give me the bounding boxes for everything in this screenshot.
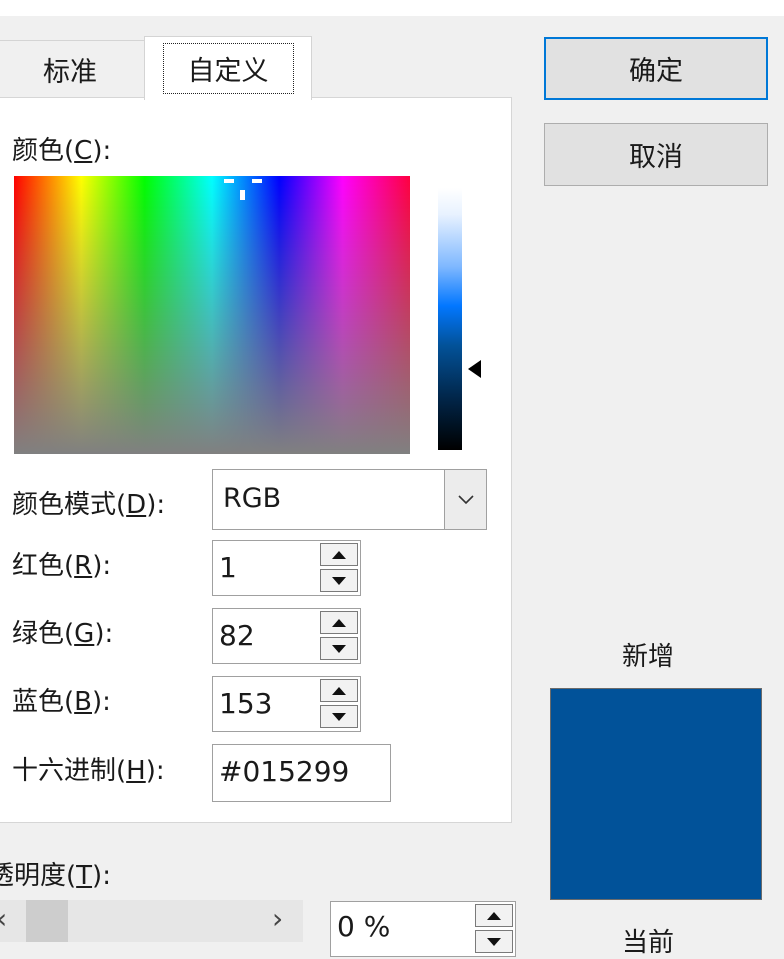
transparency-value[interactable]: 0 % bbox=[337, 910, 390, 943]
chevron-left-icon[interactable]: ‹ bbox=[0, 902, 7, 935]
hex-value[interactable]: #015299 bbox=[219, 755, 349, 788]
color-mode-label: 颜色模式(D): bbox=[12, 490, 166, 520]
green-down-button[interactable] bbox=[320, 637, 358, 660]
triangle-up-icon bbox=[332, 618, 346, 627]
green-spinbox[interactable]: 82 bbox=[212, 608, 361, 664]
transparency-down-button[interactable] bbox=[475, 930, 513, 953]
tab-custom-label: 自定义 bbox=[162, 43, 294, 94]
color-mode-select[interactable]: RGB bbox=[212, 469, 487, 530]
new-color-swatch bbox=[550, 688, 762, 900]
red-up-button[interactable] bbox=[320, 543, 358, 566]
title-bar-area bbox=[0, 0, 784, 16]
cancel-button[interactable]: 取消 bbox=[544, 123, 768, 186]
green-label: 绿色(G): bbox=[12, 619, 114, 649]
hex-label: 十六进制(H): bbox=[12, 756, 165, 786]
transparency-label: 透明度(T): bbox=[0, 861, 111, 891]
color-spectrum[interactable] bbox=[14, 176, 410, 454]
color-mode-dropdown-button[interactable] bbox=[444, 470, 486, 529]
blue-down-button[interactable] bbox=[320, 705, 358, 728]
blue-label: 蓝色(B): bbox=[12, 687, 111, 717]
colors-label: 颜色(C): bbox=[12, 136, 112, 166]
chevron-down-icon bbox=[457, 494, 474, 504]
transparency-spinbox[interactable]: 0 % bbox=[330, 901, 516, 957]
triangle-down-icon bbox=[332, 576, 346, 585]
red-label: 红色(R): bbox=[12, 551, 112, 581]
green-value[interactable]: 82 bbox=[219, 619, 255, 652]
color-mode-value: RGB bbox=[223, 483, 282, 514]
tab-standard-label: 标准 bbox=[43, 57, 97, 88]
tab-custom[interactable]: 自定义 bbox=[144, 36, 312, 100]
triangle-up-icon bbox=[487, 911, 501, 920]
hex-input[interactable]: #015299 bbox=[212, 744, 391, 802]
crosshair-bottom bbox=[240, 190, 245, 200]
cancel-button-label: 取消 bbox=[629, 142, 683, 173]
red-down-button[interactable] bbox=[320, 569, 358, 592]
tab-standard[interactable]: 标准 bbox=[0, 40, 146, 98]
blue-up-button[interactable] bbox=[320, 679, 358, 702]
triangle-down-icon bbox=[487, 937, 501, 946]
ok-button-label: 确定 bbox=[629, 56, 683, 87]
new-color-label: 新增 bbox=[622, 642, 675, 672]
blue-value[interactable]: 153 bbox=[219, 687, 272, 720]
triangle-up-icon bbox=[332, 550, 346, 559]
crosshair-left bbox=[224, 179, 234, 183]
triangle-down-icon bbox=[332, 712, 346, 721]
triangle-down-icon bbox=[332, 644, 346, 653]
current-color-label: 当前 bbox=[622, 928, 675, 958]
transparency-slider-thumb[interactable] bbox=[26, 900, 68, 942]
transparency-up-button[interactable] bbox=[475, 904, 513, 927]
triangle-left-icon[interactable] bbox=[468, 360, 481, 378]
red-value[interactable]: 1 bbox=[219, 551, 237, 584]
blue-spinbox[interactable]: 153 bbox=[212, 676, 361, 732]
crosshair-right bbox=[252, 179, 262, 183]
green-up-button[interactable] bbox=[320, 611, 358, 634]
triangle-up-icon bbox=[332, 686, 346, 695]
luminance-slider[interactable] bbox=[438, 188, 462, 450]
red-spinbox[interactable]: 1 bbox=[212, 540, 361, 596]
chevron-right-icon[interactable]: › bbox=[272, 902, 283, 935]
ok-button[interactable]: 确定 bbox=[544, 37, 768, 100]
